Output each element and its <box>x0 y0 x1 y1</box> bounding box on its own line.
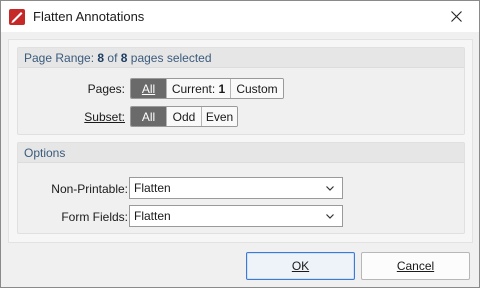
title-bar: Flatten Annotations <box>1 1 479 32</box>
non-printable-value: Flatten <box>134 181 171 195</box>
pages-segmented-control: All Current: 1 Custom <box>130 78 284 99</box>
close-button[interactable] <box>433 1 479 32</box>
app-logo-icon <box>9 9 25 25</box>
form-fields-select[interactable]: Flatten <box>129 205 343 227</box>
page-range-header: Page Range: 8 of 8 pages selected <box>18 48 464 68</box>
non-printable-select[interactable]: Flatten <box>129 177 343 199</box>
chevron-down-icon <box>326 186 334 191</box>
ok-label: OK <box>291 259 310 273</box>
non-printable-label: Non-Printable: <box>51 182 128 196</box>
ok-button[interactable]: OK <box>246 252 355 280</box>
subset-even-option[interactable]: Even <box>202 107 237 126</box>
page-range-of: of <box>104 51 121 65</box>
pages-label: Pages: <box>87 82 125 96</box>
pages-custom-option[interactable]: Custom <box>231 79 283 98</box>
pages-current-option[interactable]: Current: 1 <box>167 79 231 98</box>
page-range-suffix: pages selected <box>127 51 212 65</box>
form-fields-label: Form Fields: <box>61 210 128 224</box>
subset-segmented-control: All Odd Even <box>130 106 238 127</box>
chevron-down-icon <box>326 214 334 219</box>
form-fields-value: Flatten <box>134 209 171 223</box>
subset-all-option[interactable]: All <box>131 107 167 126</box>
cancel-button[interactable]: Cancel <box>361 252 470 280</box>
options-header: Options <box>18 143 464 163</box>
dialog-title: Flatten Annotations <box>33 9 145 24</box>
pages-all-option[interactable]: All <box>131 79 167 98</box>
dialog-window: Flatten Annotations Page Range: 8 of 8 p… <box>0 0 480 288</box>
cancel-label: Cancel <box>396 259 435 273</box>
subset-odd-option[interactable]: Odd <box>167 107 202 126</box>
options-group: Options Non-Printable: Flatten Form Fiel… <box>17 142 465 234</box>
page-range-prefix: Page Range: <box>24 51 98 65</box>
subset-label: Subset: <box>84 110 125 124</box>
dialog-content: Page Range: 8 of 8 pages selected Pages:… <box>8 39 473 243</box>
page-range-group: Page Range: 8 of 8 pages selected Pages:… <box>17 47 465 135</box>
close-icon <box>450 11 462 22</box>
